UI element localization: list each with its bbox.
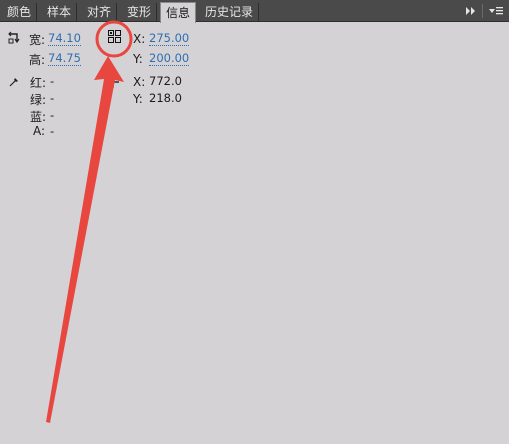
pointer-arrow (46, 56, 124, 423)
height-label: 高: (29, 53, 46, 67)
red-value: - (50, 74, 55, 88)
tab-swatches[interactable]: 样本 (42, 3, 78, 22)
cursor-y-label: Y: (133, 92, 143, 106)
toolbar-divider (482, 4, 483, 18)
alpha-value: - (50, 124, 55, 138)
tab-info[interactable]: 信息 (160, 2, 197, 23)
alpha-label: A: (33, 124, 46, 138)
green-value: - (50, 91, 55, 105)
width-label: 宽: (29, 33, 46, 47)
position-y-label: Y: (133, 52, 143, 66)
blue-label: 蓝: (30, 110, 47, 124)
tab-history[interactable]: 历史记录 (200, 3, 260, 22)
green-label: 绿: (30, 93, 47, 107)
tab-color[interactable]: 颜色 (2, 3, 38, 22)
blue-value: - (50, 108, 55, 122)
cursor-x-value: 772.0 (149, 74, 182, 88)
cursor-x-label: X: (133, 75, 146, 89)
panel-tab-bar: 颜色 样本 对齐 变形 信息 历史记录 (0, 0, 509, 23)
position-y-value[interactable]: 200.00 (149, 52, 190, 66)
double-arrow-right-icon[interactable] (465, 5, 477, 18)
tab-transform[interactable]: 变形 (122, 3, 158, 22)
tab-align[interactable]: 对齐 (82, 3, 118, 22)
position-x-label: X: (133, 32, 146, 46)
panel-menu-icon[interactable] (488, 5, 504, 18)
annotation-overlay (46, 20, 133, 423)
eyedropper-icon (9, 76, 20, 90)
transform-size-icon (8, 31, 21, 47)
width-value[interactable]: 74.10 (48, 32, 81, 46)
cursor-y-value: 218.0 (149, 91, 182, 105)
position-x-value[interactable]: 275.00 (149, 32, 190, 46)
red-label: 红: (30, 76, 47, 90)
crosshair-icon (107, 76, 119, 91)
height-value[interactable]: 74.75 (48, 52, 81, 66)
registration-point-icon[interactable] (108, 30, 122, 47)
